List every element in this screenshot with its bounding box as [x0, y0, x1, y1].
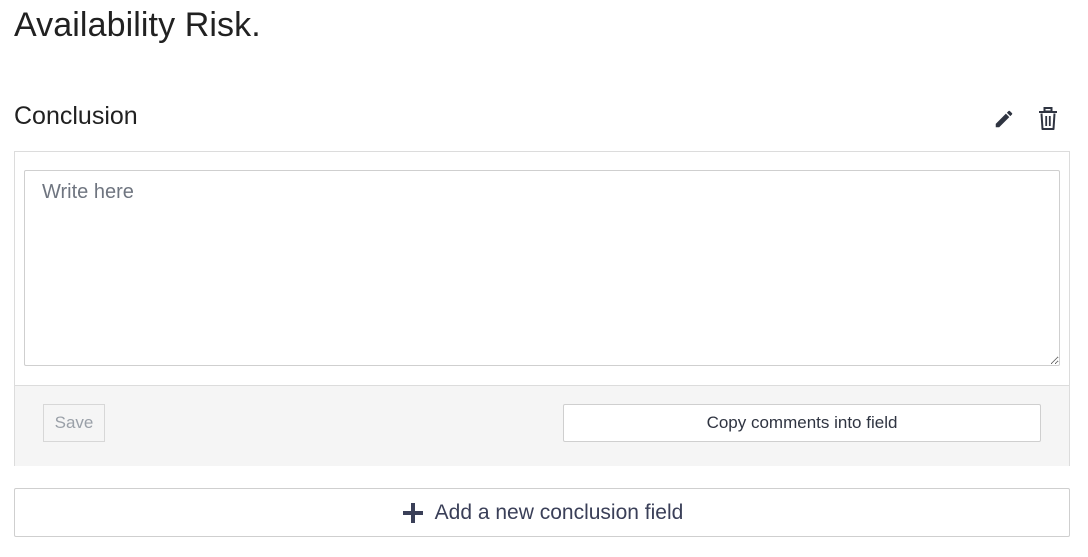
add-conclusion-field-button[interactable]: Add a new conclusion field: [14, 488, 1070, 537]
plus-icon: [401, 501, 425, 525]
section-title: Conclusion: [14, 102, 138, 130]
edit-button[interactable]: [991, 106, 1017, 132]
conclusion-header: Conclusion: [14, 100, 1070, 138]
delete-button[interactable]: [1035, 106, 1061, 132]
add-conclusion-field-label: Add a new conclusion field: [434, 500, 684, 524]
conclusion-card: Save Copy comments into field: [14, 151, 1070, 466]
pencil-icon: [993, 108, 1015, 130]
save-button[interactable]: Save: [43, 404, 105, 442]
conclusion-input[interactable]: [24, 170, 1060, 366]
page-title: Availability Risk.: [14, 6, 261, 44]
copy-comments-button[interactable]: Copy comments into field: [563, 404, 1041, 442]
trash-icon: [1037, 107, 1059, 131]
card-footer: Save Copy comments into field: [15, 385, 1069, 466]
conclusion-input-wrapper: [24, 170, 1060, 366]
